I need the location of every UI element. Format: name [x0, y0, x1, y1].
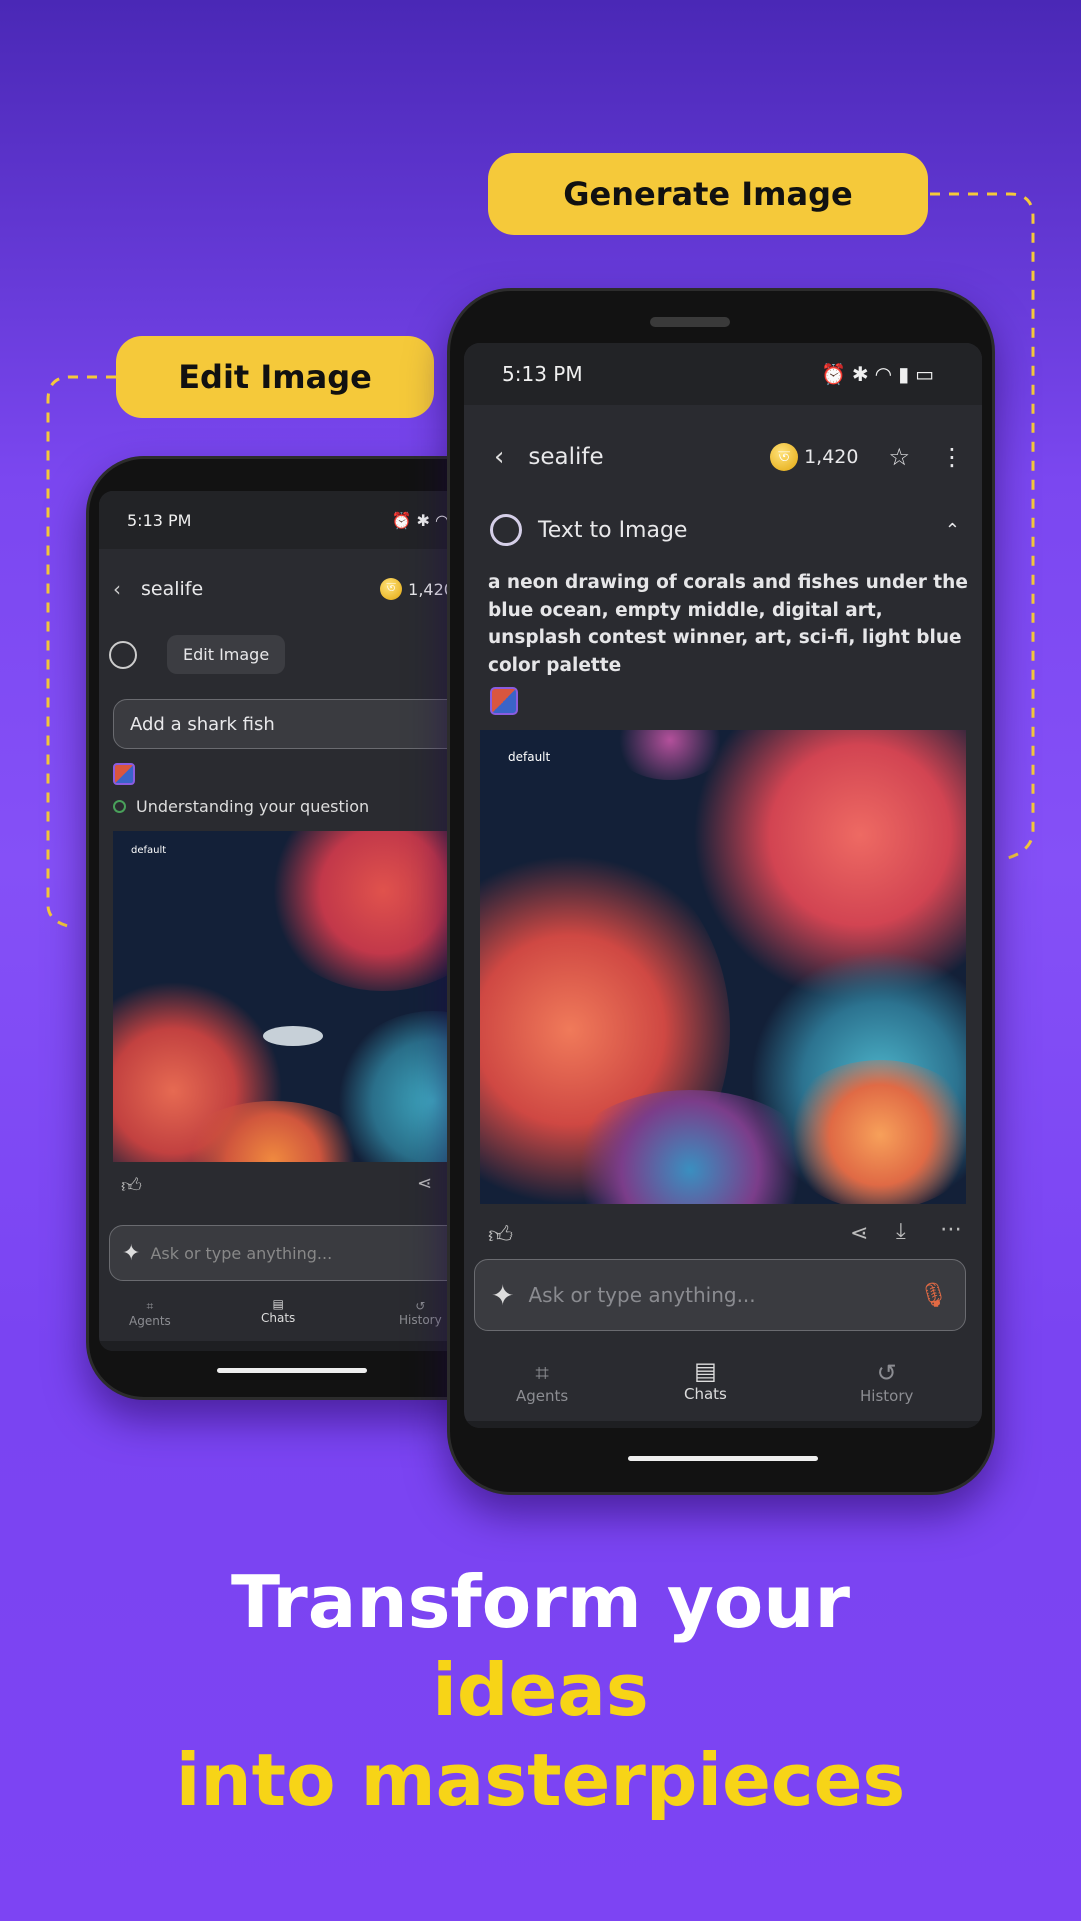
back-icon[interactable]: ‹: [494, 442, 504, 472]
nav-label: Chats: [261, 1311, 296, 1325]
text-to-image-agent-icon: [490, 687, 518, 715]
history-icon: ↺: [876, 1359, 897, 1387]
nav-agents[interactable]: ⌗ Agents: [129, 1299, 171, 1328]
input-placeholder: Ask or type anything...: [528, 1283, 756, 1307]
right-phone-screen: 5:13 PM ⏰✱◠▮▭ ‹ sealife ত 1,420 ☆ ⋮ Text t…: [464, 343, 982, 1428]
nav-history[interactable]: ↺ History: [860, 1359, 913, 1405]
status-bar: 5:13 PM ⏰✱◠▮▭: [464, 343, 982, 405]
generated-image[interactable]: default: [480, 730, 966, 1204]
app-bar: ‹ sealife ত1,420☆: [113, 577, 499, 601]
left-phone-screen: 5:13 PM ⏰ ✱ ◠ ‹ sealife ত1,420☆ Edit Imag…: [99, 491, 499, 1351]
nav-chats[interactable]: ▤ Chats: [684, 1357, 727, 1403]
chip-icon: ⌗: [146, 1299, 154, 1313]
user-avatar-icon: [490, 514, 522, 546]
status-icons: ⏰ ✱ ◠: [391, 510, 449, 530]
nav-chats[interactable]: ▤ Chats: [261, 1297, 295, 1325]
sparkle-icon: ✦: [122, 1240, 141, 1266]
nav-label: Chats: [684, 1385, 727, 1403]
sparkle-icon: ✦: [491, 1278, 515, 1312]
download-icon[interactable]: ⤓: [896, 1219, 906, 1244]
user-message-bubble: Add a shark fish: [113, 699, 499, 749]
edit-image-agent-icon: [113, 763, 135, 785]
microphone-icon[interactable]: 🎙︎: [919, 1281, 949, 1309]
status-time: 5:13 PM: [127, 510, 192, 530]
headline-line-2: ideas: [432, 1648, 649, 1732]
nav-label: History: [399, 1313, 442, 1327]
chat-icon: ▤: [272, 1297, 284, 1311]
chat-title: sealife: [141, 578, 204, 600]
nav-label: Agents: [516, 1387, 569, 1405]
status-time: 5:13 PM: [502, 362, 583, 386]
coin-icon: ত: [770, 443, 799, 471]
home-indicator[interactable]: [217, 1368, 367, 1373]
gesture-area: [464, 1421, 982, 1428]
back-icon[interactable]: ‹: [113, 577, 121, 601]
agent-row: Edit Image: [109, 635, 286, 674]
edited-image[interactable]: default: [113, 831, 499, 1162]
coin-count: 1,420: [804, 446, 859, 468]
thumbs-up-icon[interactable]: 👍︎: [488, 1221, 513, 1250]
input-placeholder: Ask or type anything...: [150, 1243, 333, 1263]
agent-header[interactable]: Text to Image ⌃: [490, 514, 960, 546]
chat-title: sealife: [528, 444, 604, 470]
thumbs-up-icon[interactable]: 👍︎: [121, 1173, 142, 1198]
shark-fish: [263, 1026, 323, 1046]
coin-icon: ত: [380, 578, 403, 600]
home-indicator[interactable]: [628, 1456, 818, 1461]
callout-label: Edit Image: [178, 358, 372, 396]
chat-input[interactable]: ✦ Ask or type anything... 🎙︎: [474, 1259, 966, 1331]
user-message-text: Add a shark fish: [130, 713, 275, 735]
star-icon[interactable]: ☆: [888, 443, 910, 471]
chat-input[interactable]: ✦ Ask or type anything...: [109, 1225, 499, 1281]
more-vert-icon[interactable]: ⋮: [940, 443, 964, 471]
gesture-area: [99, 1341, 499, 1351]
image-label: default: [131, 845, 167, 856]
callout-label: Generate Image: [563, 175, 853, 213]
history-icon: ↺: [415, 1299, 426, 1313]
nav-label: Agents: [129, 1314, 171, 1328]
right-phone: 5:13 PM ⏰✱◠▮▭ ‹ sealife ত 1,420 ☆ ⋮ Text t…: [447, 288, 995, 1495]
speaker-grille: [650, 317, 730, 327]
edit-image-chip[interactable]: Edit Image: [167, 635, 286, 674]
nav-agents[interactable]: ⌗ Agents: [516, 1359, 568, 1405]
nav-label: History: [860, 1387, 914, 1405]
app-bar: ‹ sealife ত 1,420 ☆ ⋮: [494, 442, 964, 472]
progress-status-text: Understanding your question: [136, 797, 370, 816]
headline-line-1: Transform your: [231, 1560, 850, 1644]
user-avatar-icon: [109, 640, 137, 669]
share-icon[interactable]: ⋖: [417, 1173, 432, 1194]
left-phone: 5:13 PM ⏰ ✱ ◠ ‹ sealife ত1,420☆ Edit Imag…: [86, 456, 506, 1400]
progress-status: Understanding your question: [113, 797, 369, 816]
status-icons: ⏰✱◠▮▭: [820, 362, 940, 386]
coin-balance[interactable]: ত 1,420: [770, 443, 858, 471]
nav-history[interactable]: ↺ History: [399, 1299, 442, 1327]
headline-line-3: into masterpieces: [175, 1738, 906, 1822]
prompt-text: a neon drawing of corals and fishes unde…: [488, 572, 968, 676]
more-horiz-icon[interactable]: ⋯: [940, 1217, 962, 1242]
status-circle-icon: [113, 800, 126, 813]
chip-icon: ⌗: [535, 1359, 549, 1387]
image-label: default: [508, 750, 551, 764]
agent-label: Text to Image: [538, 517, 688, 543]
share-icon[interactable]: ⋖: [850, 1221, 868, 1246]
chat-icon: ▤: [694, 1357, 717, 1385]
edit-image-callout: Edit Image: [116, 336, 434, 418]
status-bar: 5:13 PM ⏰ ✱ ◠: [99, 491, 499, 549]
generate-image-callout: Generate Image: [488, 153, 928, 235]
chevron-up-icon[interactable]: ⌃: [945, 520, 960, 541]
